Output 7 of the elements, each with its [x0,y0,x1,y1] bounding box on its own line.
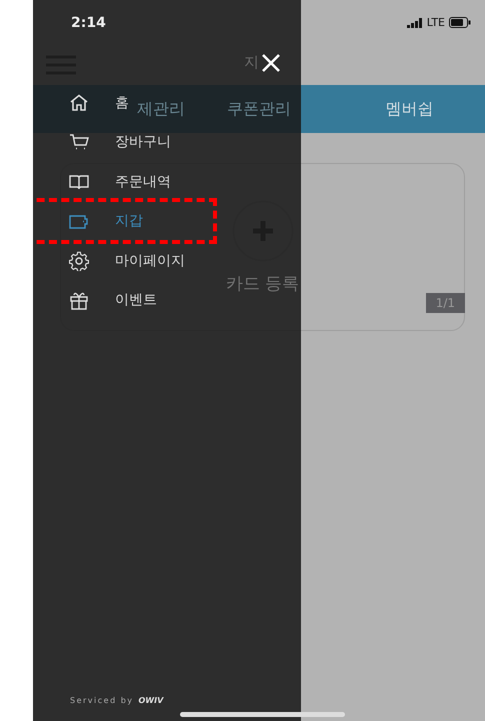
status-time: 2:14 [71,14,106,30]
brand-logo: OWIV [138,696,164,705]
network-label: LTE [426,16,445,29]
page-title: 지 [244,53,259,72]
page-counter: 1/1 [426,293,465,313]
footer-text: Serviced by [70,696,134,705]
card-label: 카드 등록 [226,273,300,295]
